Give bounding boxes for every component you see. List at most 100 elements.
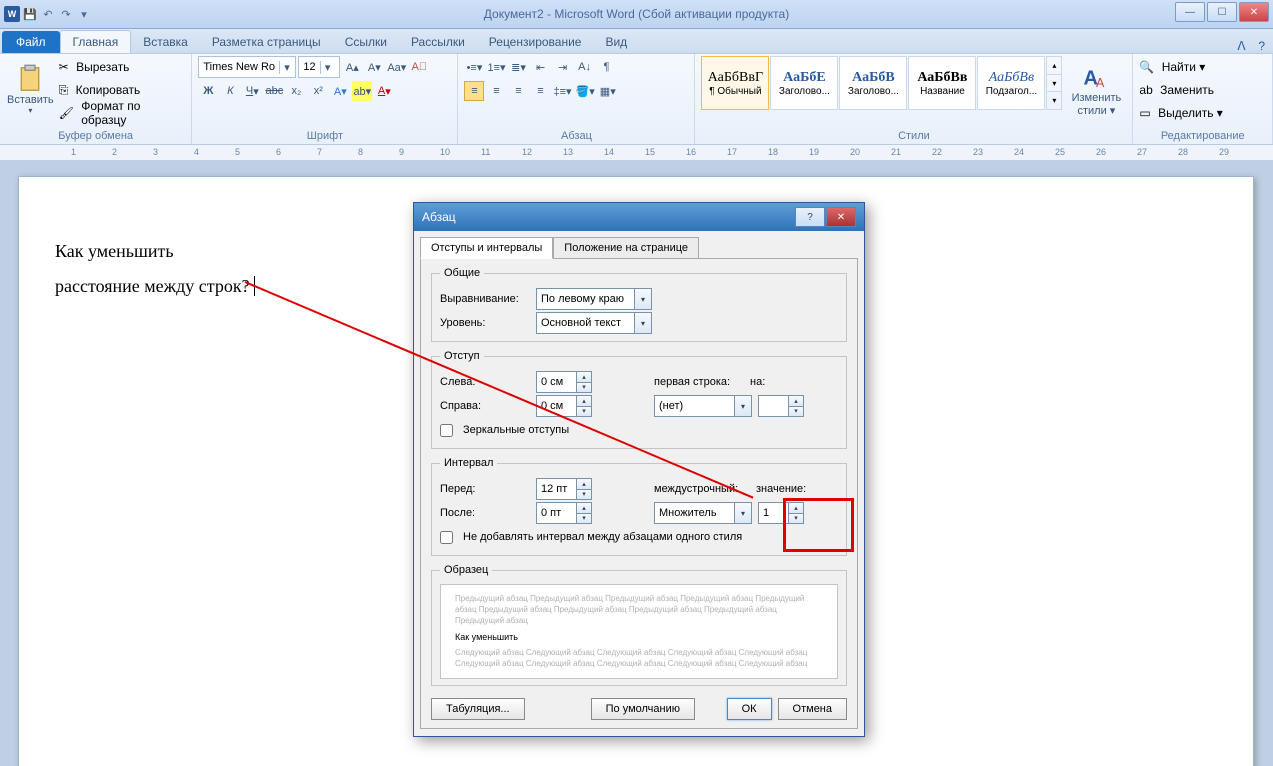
grow-font-icon[interactable]: A▴ — [342, 57, 362, 77]
group-styles-label: Стили — [701, 127, 1126, 144]
replace-icon: ab — [1139, 83, 1152, 97]
font-name-combo[interactable]: Times New Ro▾ — [198, 56, 296, 78]
style-heading2[interactable]: АаБбВЗаголово... — [839, 56, 907, 110]
highlight-icon[interactable]: ab▾ — [352, 81, 372, 101]
qat-more-icon[interactable]: ▾ — [76, 6, 92, 22]
level-label: Уровень: — [440, 317, 530, 329]
select-button[interactable]: ▭ Выделить ▾ — [1139, 102, 1222, 124]
lineval-label: значение: — [756, 483, 802, 495]
replace-button[interactable]: ab Заменить — [1139, 79, 1214, 101]
alignment-label: Выравнивание: — [440, 293, 530, 305]
file-tab[interactable]: Файл — [2, 31, 60, 53]
style-title[interactable]: АаБбВвНазвание — [908, 56, 976, 110]
numbering-icon[interactable]: 1≡▾ — [486, 57, 506, 77]
align-left-icon[interactable]: ≡ — [464, 81, 484, 101]
justify-icon[interactable]: ≡ — [530, 81, 550, 101]
tab-references[interactable]: Ссылки — [333, 31, 399, 53]
dialog-help-icon[interactable]: ? — [795, 207, 825, 227]
firstline-select[interactable]: (нет)▾ — [654, 395, 752, 417]
dialog-titlebar[interactable]: Абзац ? ✕ — [414, 203, 864, 231]
ribbon-collapse-help[interactable]: ᐱ ? — [1237, 39, 1265, 53]
group-styles: АаБбВвГ¶ Обычный АаБбЕЗаголово... АаБбВЗ… — [695, 54, 1133, 144]
styles-up-icon[interactable]: ▴ — [1047, 57, 1061, 74]
cancel-button[interactable]: Отмена — [778, 698, 847, 720]
group-preview: Образец Предыдущий абзац Предыдущий абза… — [431, 564, 847, 686]
tab-layout[interactable]: Разметка страницы — [200, 31, 333, 53]
nospace-checkbox[interactable] — [440, 531, 453, 544]
text-effects-icon[interactable]: A▾ — [330, 81, 350, 101]
underline-button[interactable]: Ч▾ — [242, 81, 262, 101]
style-normal[interactable]: АаБбВвГ¶ Обычный — [701, 56, 769, 110]
default-button[interactable]: По умолчанию — [591, 698, 695, 720]
firstline-by-spin[interactable]: ▴▾ — [758, 395, 804, 417]
minimize-button[interactable]: — — [1175, 2, 1205, 22]
after-spin[interactable]: 0 пт▴▾ — [536, 502, 592, 524]
borders-icon[interactable]: ▦▾ — [598, 81, 618, 101]
indent-right-spin[interactable]: 0 см▴▾ — [536, 395, 592, 417]
ribbon-tabs: Файл Главная Вставка Разметка страницы С… — [0, 29, 1273, 54]
strike-button[interactable]: abc — [264, 81, 284, 101]
tab-mailings[interactable]: Рассылки — [399, 31, 477, 53]
save-icon[interactable]: 💾 — [22, 6, 38, 22]
style-heading1[interactable]: АаБбЕЗаголово... — [770, 56, 838, 110]
indent-dec-icon[interactable]: ⇤ — [531, 57, 551, 77]
mirror-checkbox[interactable] — [440, 424, 453, 437]
level-select[interactable]: Основной текст▾ — [536, 312, 652, 334]
dialog-tab-position[interactable]: Положение на странице — [553, 237, 699, 259]
font-color-icon[interactable]: A▾ — [374, 81, 394, 101]
format-painter-button[interactable]: 🖌 Формат по образцу — [59, 102, 186, 124]
before-spin[interactable]: 12 пт▴▾ — [536, 478, 592, 500]
italic-button[interactable]: К — [220, 81, 240, 101]
alignment-select[interactable]: По левому краю▾ — [536, 288, 652, 310]
group-clipboard-label: Буфер обмена — [6, 127, 185, 144]
indent-left-spin[interactable]: 0 см▴▾ — [536, 371, 592, 393]
select-icon: ▭ — [1139, 106, 1150, 120]
indent-inc-icon[interactable]: ⇥ — [553, 57, 573, 77]
tab-view[interactable]: Вид — [593, 31, 639, 53]
superscript-button[interactable]: x² — [308, 81, 328, 101]
styles-more-icon[interactable]: ▾ — [1047, 91, 1061, 109]
before-label: Перед: — [440, 483, 530, 495]
tab-insert[interactable]: Вставка — [131, 31, 200, 53]
style-subtitle[interactable]: АаБбВвПодзагол... — [977, 56, 1045, 110]
align-right-icon[interactable]: ≡ — [508, 81, 528, 101]
styles-down-icon[interactable]: ▾ — [1047, 74, 1061, 92]
maximize-button[interactable]: ☐ — [1207, 2, 1237, 22]
paste-button[interactable]: Вставить▾ — [6, 56, 55, 122]
align-center-icon[interactable]: ≡ — [486, 81, 506, 101]
change-styles-button[interactable]: AA Изменить стили ▾ — [1066, 56, 1126, 122]
subscript-button[interactable]: x₂ — [286, 81, 306, 101]
pilcrow-icon[interactable]: ¶ — [597, 57, 617, 77]
tabs-button[interactable]: Табуляция... — [431, 698, 525, 720]
close-button[interactable]: ✕ — [1239, 2, 1269, 22]
svg-text:A: A — [1096, 76, 1105, 90]
dialog-close-icon[interactable]: ✕ — [826, 207, 856, 227]
sort-icon[interactable]: A↓ — [575, 57, 595, 77]
line-spacing-icon[interactable]: ‡≡▾ — [552, 81, 572, 101]
shading-icon[interactable]: 🪣▾ — [575, 81, 596, 101]
dialog-tab-indents[interactable]: Отступы и интервалы — [420, 237, 553, 259]
font-size-combo[interactable]: 12▾ — [298, 56, 340, 78]
group-font-label: Шрифт — [198, 127, 451, 144]
linespacing-select[interactable]: Множитель▾ — [654, 502, 752, 524]
cut-button[interactable]: ✂ Вырезать — [59, 56, 186, 78]
titlebar: W 💾 ↶ ↷ ▾ Документ2 - Microsoft Word (Сб… — [0, 0, 1273, 29]
tab-review[interactable]: Рецензирование — [477, 31, 594, 53]
clear-format-icon[interactable]: A⃠ — [409, 57, 429, 77]
bold-button[interactable]: Ж — [198, 81, 218, 101]
group-indent: Отступ Слева: 0 см▴▾ первая строка: на: … — [431, 350, 847, 449]
group-editing: 🔍 Найти ▾ ab Заменить ▭ Выделить ▾ Редак… — [1133, 54, 1273, 144]
copy-button[interactable]: ⎘ Копировать — [59, 79, 186, 101]
ok-button[interactable]: ОК — [727, 698, 772, 720]
by-label: на: — [750, 376, 780, 388]
multilevel-icon[interactable]: ≣▾ — [509, 57, 529, 77]
copy-icon: ⎘ — [59, 83, 69, 98]
bullets-icon[interactable]: •≡▾ — [464, 57, 484, 77]
find-button[interactable]: 🔍 Найти ▾ — [1139, 56, 1205, 78]
undo-icon[interactable]: ↶ — [40, 6, 56, 22]
change-case-icon[interactable]: Aa▾ — [386, 57, 407, 77]
annotation-highlight-box — [783, 498, 854, 552]
shrink-font-icon[interactable]: A▾ — [364, 57, 384, 77]
redo-icon[interactable]: ↷ — [58, 6, 74, 22]
tab-home[interactable]: Главная — [60, 30, 132, 53]
